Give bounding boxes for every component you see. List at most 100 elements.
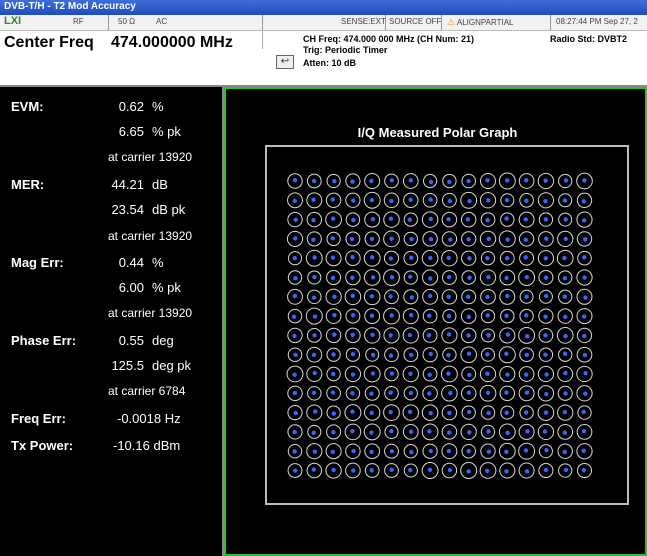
mag-err-pk-row: 6.00 % pk xyxy=(0,280,222,302)
constellation-point xyxy=(485,313,490,318)
constellation-point xyxy=(563,178,569,183)
constellation-point xyxy=(428,237,434,242)
constellation-point xyxy=(292,178,298,183)
constellation-point xyxy=(523,255,528,260)
evm-pk-unit: % pk xyxy=(152,124,181,139)
constellation-point xyxy=(446,216,451,222)
constellation-point xyxy=(350,255,355,260)
constellation-point xyxy=(524,469,530,474)
constellation-point xyxy=(581,448,586,454)
mag-err-pk-unit: % pk xyxy=(152,280,181,295)
constellation-point xyxy=(408,197,413,203)
constellation-point xyxy=(582,178,587,183)
constellation-point xyxy=(505,372,510,377)
constellation-point xyxy=(332,312,337,318)
center-freq-value[interactable]: 474.000000 MHz xyxy=(111,34,233,52)
constellation-point xyxy=(350,293,355,299)
tx-power-label: Tx Power: xyxy=(11,438,74,453)
constellation-point xyxy=(409,295,414,300)
constellation-point xyxy=(369,313,375,318)
status-divider xyxy=(441,15,442,30)
constellation-point xyxy=(504,256,510,261)
constellation-point xyxy=(330,390,336,395)
impedance-indicator: 50 Ω xyxy=(118,17,136,26)
window-title: DVB-T/H - T2 Mod Accuracy xyxy=(4,1,136,12)
constellation-point xyxy=(581,467,587,473)
constellation-point xyxy=(466,178,471,184)
constellation-point xyxy=(331,430,336,435)
constellation-point xyxy=(466,390,472,395)
constellation-point xyxy=(524,198,529,203)
meter-divider xyxy=(262,31,263,49)
constellation-point xyxy=(543,314,548,319)
constellation-point xyxy=(543,256,549,261)
tx-power-value: -10.16 dBm xyxy=(113,438,181,453)
constellation-point xyxy=(370,255,375,260)
sense-indicator: SENSE:EXT xyxy=(341,17,386,26)
freq-err-value: -0.0018 Hz xyxy=(117,411,181,426)
evm-carrier-text: at carrier 13920 xyxy=(108,150,193,164)
constellation-point xyxy=(427,429,432,434)
graph-title: I/Q Measured Polar Graph xyxy=(357,125,518,140)
mer-row: MER: 44.21 dB xyxy=(0,177,222,199)
constellation-point xyxy=(504,449,509,455)
constellation-point xyxy=(408,467,413,473)
constellation-point xyxy=(389,236,394,241)
constellation-point xyxy=(466,448,471,454)
constellation-point xyxy=(388,216,394,221)
phase-err-carrier-row: at carrier 6784 xyxy=(0,384,222,406)
ch-freq-text: CH Freq: 474.000 000 MHz (CH Num: 21) xyxy=(303,34,475,44)
graph-panel[interactable]: I/Q Measured Polar Graph xyxy=(224,87,647,556)
constellation-point xyxy=(331,411,337,416)
constellation-point xyxy=(312,370,317,376)
constellation-point xyxy=(312,333,317,338)
constellation-point xyxy=(389,428,394,434)
constellation-point xyxy=(409,352,414,358)
return-icon[interactable]: ↩ xyxy=(276,55,294,69)
constellation-point xyxy=(486,429,491,434)
constellation-point xyxy=(562,430,568,435)
constellation-point xyxy=(428,216,433,222)
mag-err-carrier-row: at carrier 13920 xyxy=(0,306,222,328)
constellation-point xyxy=(544,372,549,377)
constellation-point xyxy=(446,332,452,337)
constellation-point xyxy=(332,294,337,299)
constellation-point xyxy=(293,352,298,358)
constellation-point xyxy=(332,178,337,184)
mer-pk-unit: dB pk xyxy=(152,202,186,217)
constellation-point xyxy=(350,313,356,318)
constellation-point xyxy=(447,410,452,416)
constellation-point xyxy=(408,178,413,183)
constellation-point xyxy=(311,467,317,472)
constellation-point xyxy=(330,236,335,241)
constellation-point xyxy=(409,237,414,242)
constellation-point xyxy=(543,410,549,415)
constellation-point xyxy=(388,294,393,299)
constellation-point xyxy=(583,237,588,242)
constellation-point xyxy=(562,409,568,415)
constellation-point xyxy=(583,371,588,376)
constellation-point xyxy=(563,467,569,473)
constellation-point xyxy=(582,255,587,260)
constellation-point xyxy=(524,352,529,358)
constellation-point xyxy=(293,410,298,416)
phase-err-row: Phase Err: 0.55 deg xyxy=(0,333,222,355)
constellation-point xyxy=(504,351,509,356)
constellation-point xyxy=(523,372,529,377)
center-freq-label[interactable]: Center Freq xyxy=(4,34,94,52)
constellation-point xyxy=(467,275,472,280)
constellation-point xyxy=(311,352,317,358)
constellation-point xyxy=(581,409,586,415)
constellation-point xyxy=(407,332,413,338)
constellation-point xyxy=(427,293,433,299)
constellation-point xyxy=(408,371,413,376)
mer-carrier-row: at carrier 13920 xyxy=(0,229,222,251)
constellation-point xyxy=(504,275,509,281)
rf-indicator: RF xyxy=(73,17,84,26)
constellation-point xyxy=(466,237,471,242)
constellation-point xyxy=(504,216,509,221)
constellation-point xyxy=(427,467,433,473)
constellation-point xyxy=(350,391,355,396)
evm-unit: % xyxy=(152,99,164,114)
coupling-indicator: AC xyxy=(156,17,168,26)
